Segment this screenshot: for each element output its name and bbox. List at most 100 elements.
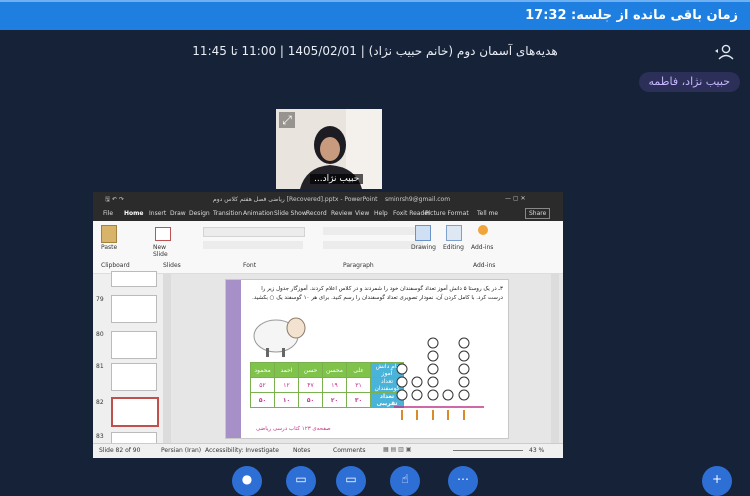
ppt-account: sminrsh9@gmail.com	[385, 196, 451, 203]
thumb-number: 80	[96, 331, 104, 338]
tell-me-field[interactable]: Tell me	[477, 210, 498, 217]
add-ins-button[interactable]: Add-ins	[471, 244, 493, 251]
table-cell: ۳۰	[346, 392, 371, 408]
drawing-button[interactable]: Drawing	[411, 244, 436, 251]
slide-thumbnails-panel[interactable]: 79 80 81 82 83	[93, 271, 164, 446]
ppt-window-title: ریاضی فصل هفتم کلاس دوم [Recovered].pptx…	[213, 196, 378, 203]
slide-thumbnail[interactable]	[111, 331, 157, 359]
thumb-number: 82	[96, 399, 104, 406]
shared-screen-powerpoint[interactable]: 🖫 ↶ ↷ ریاضی فصل هفتم کلاس دوم [Recovered…	[93, 192, 563, 458]
thumb-number: 79	[96, 296, 104, 303]
group-add-ins: Add-ins	[473, 262, 496, 269]
slide-thumbnail[interactable]	[111, 295, 157, 323]
table-cell: ۵۰	[250, 392, 275, 408]
new-slide-icon[interactable]	[155, 227, 171, 241]
plus-icon: +	[711, 472, 723, 486]
thumbnails-scrollbar[interactable]	[163, 274, 171, 444]
tab-home[interactable]: Home	[124, 210, 143, 217]
ppt-status-bar: Slide 82 of 90 Persian (Iran) Accessibil…	[93, 443, 563, 458]
tab-file[interactable]: File	[103, 210, 113, 217]
tab-picture-format[interactable]: Picture Format	[425, 210, 469, 217]
font-name-dropdown[interactable]	[203, 227, 305, 237]
participant-badge[interactable]: حبیب نژاد، فاطمه	[638, 72, 740, 92]
slide-thumbnail[interactable]	[111, 363, 157, 391]
group-paragraph: Paragraph	[343, 262, 374, 269]
more-icon: ⋯	[457, 472, 469, 486]
microphone-button[interactable]: ●	[232, 466, 262, 496]
paste-button[interactable]: Paste	[101, 244, 117, 251]
tab-draw[interactable]: Draw	[170, 210, 186, 217]
paragraph-controls[interactable]	[323, 227, 423, 235]
comments-button[interactable]: Comments	[333, 447, 366, 454]
tab-transition[interactable]: Transition	[213, 210, 242, 217]
group-slides: Slides	[163, 262, 181, 269]
ppt-workspace: 79 80 81 82 83 ۳ـ در یک روستا ۵ دانش آمو…	[93, 271, 563, 446]
table-cell: ۲۰	[322, 392, 347, 408]
tab-animation[interactable]: Animation	[243, 210, 274, 217]
table-cell: ۴۷	[298, 377, 323, 393]
font-formatting-controls[interactable]	[203, 241, 303, 249]
group-clipboard: Clipboard	[101, 262, 130, 269]
tab-view[interactable]: View	[355, 210, 369, 217]
ppt-titlebar: 🖫 ↶ ↷ ریاضی فصل هفتم کلاس دوم [Recovered…	[93, 192, 563, 207]
editing-icon[interactable]	[446, 225, 462, 241]
webcam-label: حبیب نژاد...	[310, 174, 364, 184]
editing-button[interactable]: Editing	[443, 244, 464, 251]
session-info: هدیه‌های آسمان دوم (خانم حبیب نژاد) | 14…	[192, 44, 558, 58]
table-cell: ۱۰	[274, 392, 299, 408]
tab-design[interactable]: Design	[189, 210, 210, 217]
share-button[interactable]: Share	[525, 208, 551, 219]
more-options-button[interactable]: ⋯	[448, 466, 478, 496]
slide-canvas[interactable]: ۳ـ در یک روستا ۵ دانش آموز تعداد گوسفندا…	[225, 279, 509, 439]
slide-thumbnail-selected[interactable]	[111, 397, 159, 427]
raise-hand-button[interactable]: ☝	[390, 466, 420, 496]
webcam-tile[interactable]: ⤢ حبیب نژاد...	[276, 109, 382, 189]
drawing-icon[interactable]	[415, 225, 431, 241]
camera-icon: ▭	[295, 472, 307, 486]
sheep-data-table: نام دانش آموز علی محسن حسن احمد محمود تع…	[250, 362, 404, 408]
slide-thumbnail[interactable]	[111, 271, 157, 287]
group-font: Font	[243, 262, 257, 269]
table-header-cell: محسن	[322, 362, 347, 378]
add-button[interactable]: +	[702, 466, 732, 496]
save-icon[interactable]: 🖫 ↶ ↷	[105, 195, 124, 205]
slide-sidebar-decoration	[226, 280, 241, 438]
notes-button[interactable]: Notes	[293, 447, 310, 454]
tab-review[interactable]: Review	[331, 210, 352, 217]
tab-insert[interactable]: Insert	[149, 210, 166, 217]
thumb-number: 83	[96, 433, 104, 440]
table-cell: ۳۱	[346, 377, 371, 393]
view-mode-icons[interactable]: ▦ ▤ ▥ ▣	[383, 446, 443, 453]
table-cell: ۵۰	[298, 392, 323, 408]
ppt-ribbon: Paste New Slide Drawing Editing Add-ins …	[93, 221, 563, 274]
table-header-cell: محمود	[250, 362, 275, 378]
new-slide-button[interactable]: New Slide	[153, 244, 173, 258]
session-timer-bar: زمان باقی مانده از جلسه: 17:32	[0, 0, 750, 30]
sheep-illustration	[253, 317, 306, 357]
screen-share-icon: ▭	[345, 472, 357, 486]
zoom-slider[interactable]	[453, 450, 523, 451]
add-ins-icon[interactable]	[478, 225, 488, 235]
accessibility-status[interactable]: Accessibility: Investigate	[205, 447, 279, 454]
slide-question-text: ۳ـ در یک روستا ۵ دانش آموز تعداد گوسفندا…	[252, 286, 503, 301]
expand-icon[interactable]: ⤢	[279, 112, 295, 128]
screen-share-button[interactable]: ▭	[336, 466, 366, 496]
user-icon[interactable]	[714, 44, 734, 60]
tab-record[interactable]: Record	[306, 210, 327, 217]
table-cell: ۱۲	[274, 377, 299, 393]
camera-button[interactable]: ▭	[286, 466, 316, 496]
microphone-icon: ●	[241, 472, 253, 486]
slide-footer: صفحه‌ی ۱۲۳ کتاب درسی ریاضی	[256, 426, 331, 432]
table-header-cell: احمد	[274, 362, 299, 378]
window-controls-icon[interactable]: — ▢ ✕	[505, 195, 526, 202]
vertical-scrollbar[interactable]	[551, 274, 559, 444]
table-cell: ۵۲	[250, 377, 275, 393]
tab-help[interactable]: Help	[374, 210, 388, 217]
paste-icon[interactable]	[101, 225, 117, 243]
pictograph-chart	[394, 337, 484, 420]
alignment-controls[interactable]	[323, 241, 423, 249]
language-indicator[interactable]: Persian (Iran)	[161, 447, 201, 454]
table-header-cell: حسن	[298, 362, 323, 378]
zoom-level[interactable]: 43 %	[529, 447, 544, 454]
tab-slide-show[interactable]: Slide Show	[274, 210, 307, 217]
